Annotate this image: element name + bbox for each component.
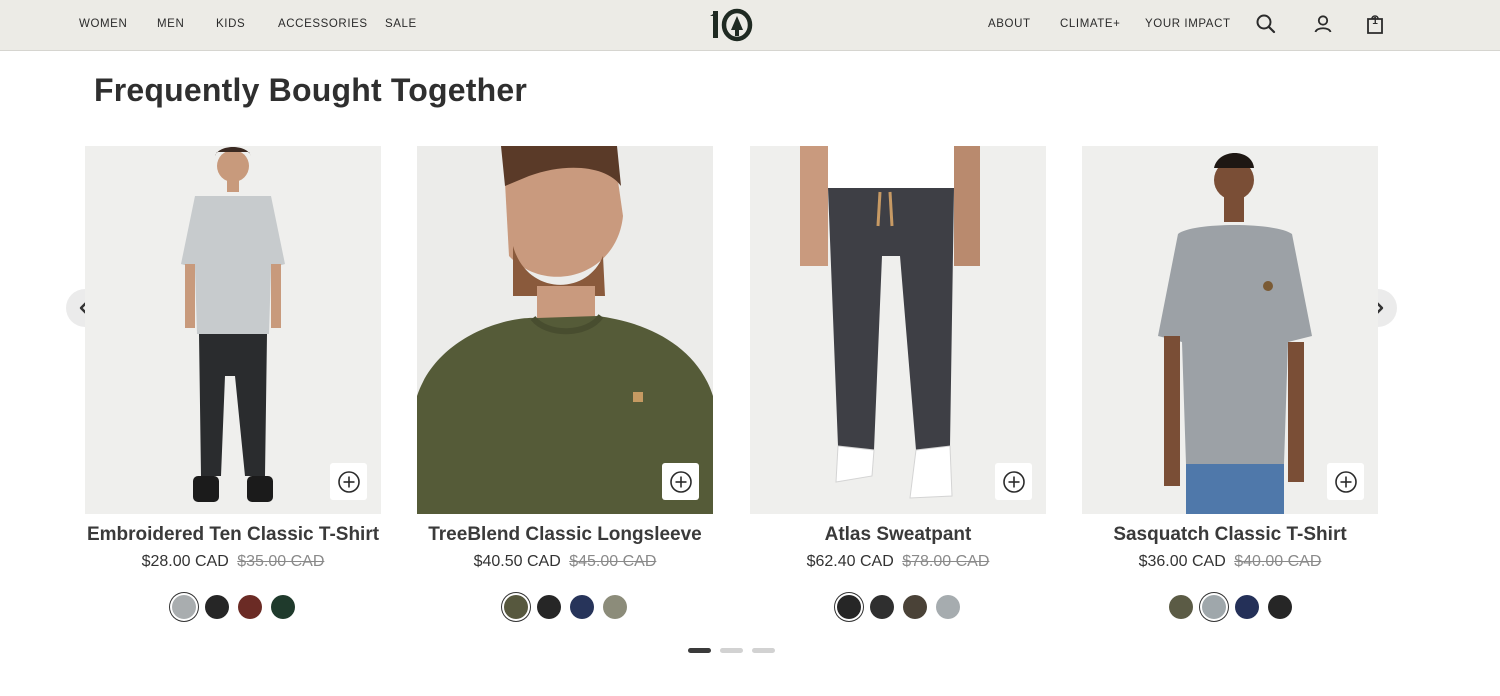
color-swatches [1082, 595, 1378, 619]
color-swatch[interactable] [869, 595, 894, 619]
add-to-cart-button[interactable] [330, 463, 367, 500]
brand-logo[interactable] [708, 8, 754, 42]
product-image[interactable] [85, 146, 381, 514]
product-image[interactable] [750, 146, 1046, 514]
price-row: $40.50 CAD $45.00 CAD [417, 553, 713, 571]
color-swatch[interactable] [836, 595, 861, 619]
color-swatches [750, 595, 1046, 619]
color-swatch[interactable] [1201, 595, 1226, 619]
product-card[interactable]: Sasquatch Classic T-Shirt $36.00 CAD $40… [1082, 146, 1378, 619]
color-swatch[interactable] [569, 595, 594, 619]
product-image[interactable] [1082, 146, 1378, 514]
color-swatch[interactable] [1267, 595, 1292, 619]
carousel-dot[interactable] [752, 648, 775, 653]
top-navigation-bar: WOMEN MEN KIDS ACCESSORIES SALE ABOUT CL… [0, 0, 1500, 51]
add-to-cart-button[interactable] [1327, 463, 1364, 500]
carousel-dot[interactable] [688, 648, 711, 653]
product-name[interactable]: Atlas Sweatpant [750, 524, 1046, 546]
color-swatch[interactable] [902, 595, 927, 619]
sale-price: $36.00 CAD [1138, 553, 1226, 570]
carousel-dot[interactable] [720, 648, 743, 653]
color-swatch[interactable] [503, 595, 528, 619]
original-price: $40.00 CAD [1234, 553, 1322, 570]
price-row: $62.40 CAD $78.00 CAD [750, 553, 1046, 571]
nav-sale[interactable]: SALE [385, 18, 417, 30]
color-swatches [417, 595, 713, 619]
product-name[interactable]: Sasquatch Classic T-Shirt [1082, 524, 1378, 546]
color-swatch[interactable] [1168, 595, 1193, 619]
product-name[interactable]: Embroidered Ten Classic T-Shirt [85, 524, 381, 546]
price-row: $36.00 CAD $40.00 CAD [1082, 553, 1378, 571]
color-swatch[interactable] [536, 595, 561, 619]
plus-circle-icon [337, 470, 360, 493]
plus-circle-icon [669, 470, 692, 493]
section-title: Frequently Bought Together [94, 72, 528, 108]
nav-men[interactable]: MEN [157, 18, 184, 30]
color-swatch[interactable] [602, 595, 627, 619]
color-swatch[interactable] [1234, 595, 1259, 619]
color-swatch[interactable] [171, 595, 196, 619]
original-price: $45.00 CAD [569, 553, 657, 570]
color-swatch[interactable] [204, 595, 229, 619]
nav-kids[interactable]: KIDS [216, 18, 245, 30]
cart-count-badge: 1 [1372, 16, 1378, 27]
nav-your-impact[interactable]: YOUR IMPACT [1145, 18, 1231, 30]
add-to-cart-button[interactable] [995, 463, 1032, 500]
original-price: $35.00 CAD [237, 553, 325, 570]
product-card[interactable]: Embroidered Ten Classic T-Shirt $28.00 C… [85, 146, 381, 619]
product-name[interactable]: TreeBlend Classic Longsleeve [417, 524, 713, 546]
account-icon[interactable] [1311, 12, 1335, 36]
original-price: $78.00 CAD [902, 553, 990, 570]
product-image[interactable] [417, 146, 713, 514]
color-swatch[interactable] [270, 595, 295, 619]
plus-circle-icon [1334, 470, 1357, 493]
sale-price: $62.40 CAD [806, 553, 894, 570]
price-row: $28.00 CAD $35.00 CAD [85, 553, 381, 571]
nav-accessories[interactable]: ACCESSORIES [278, 18, 368, 30]
color-swatch[interactable] [237, 595, 262, 619]
product-card[interactable]: TreeBlend Classic Longsleeve $40.50 CAD … [417, 146, 713, 619]
search-icon[interactable] [1254, 12, 1278, 36]
color-swatch[interactable] [935, 595, 960, 619]
add-to-cart-button[interactable] [662, 463, 699, 500]
product-card[interactable]: Atlas Sweatpant $62.40 CAD $78.00 CAD [750, 146, 1046, 619]
color-swatches [85, 595, 381, 619]
sale-price: $28.00 CAD [141, 553, 229, 570]
nav-climate[interactable]: CLIMATE+ [1060, 18, 1121, 30]
nav-women[interactable]: WOMEN [79, 18, 127, 30]
sale-price: $40.50 CAD [473, 553, 561, 570]
plus-circle-icon [1002, 470, 1025, 493]
nav-about[interactable]: ABOUT [988, 18, 1031, 30]
